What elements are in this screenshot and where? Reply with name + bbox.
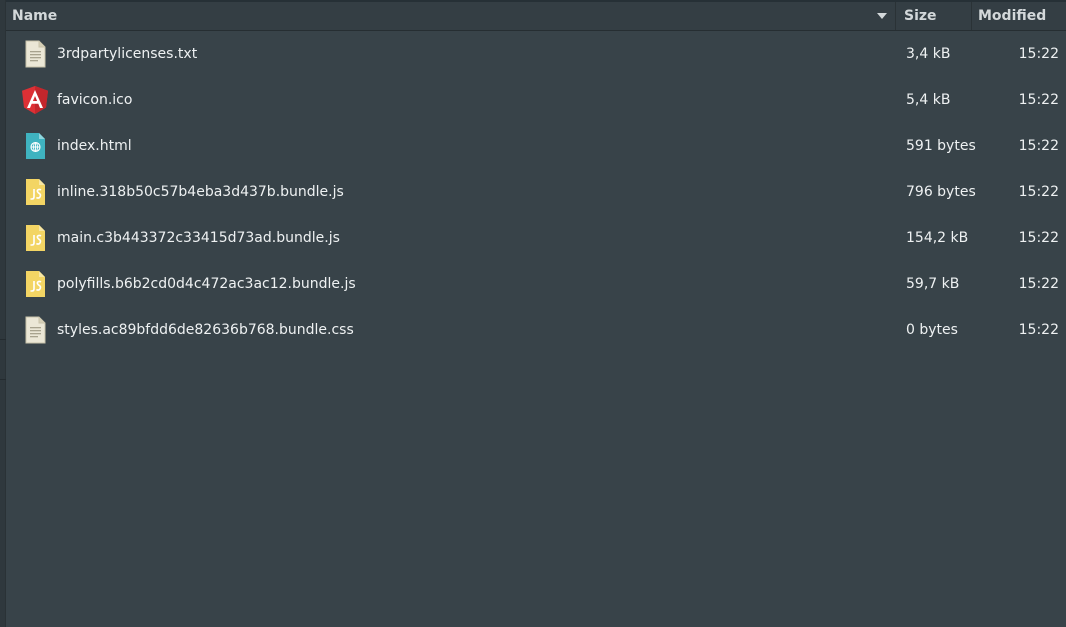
- file-size: 59,7 kB: [906, 276, 960, 292]
- file-row[interactable]: styles.ac89bfdd6de82636b768.bundle.css 0…: [6, 307, 1066, 353]
- modified-column-header[interactable]: Modified: [972, 2, 1066, 30]
- file-modified: 15:22: [1018, 184, 1059, 200]
- name-column-header[interactable]: Name: [6, 2, 896, 30]
- file-size: 796 bytes: [906, 184, 976, 200]
- file-modified: 15:22: [1018, 92, 1059, 108]
- sort-descending-icon: [877, 13, 887, 19]
- file-modified: 15:22: [1018, 46, 1059, 62]
- file-row[interactable]: index.html 591 bytes 15:22: [6, 123, 1066, 169]
- file-row[interactable]: favicon.ico 5,4 kB 15:22: [6, 77, 1066, 123]
- size-column-label: Size: [904, 8, 937, 24]
- file-row[interactable]: inline.318b50c57b4eba3d437b.bundle.js 79…: [6, 169, 1066, 215]
- file-row[interactable]: 3rdpartylicenses.txt 3,4 kB 15:22: [6, 31, 1066, 77]
- angular-icon: [22, 86, 48, 114]
- text-file-icon: [25, 40, 46, 68]
- size-column-header[interactable]: Size: [896, 2, 972, 30]
- file-name: polyfills.b6b2cd0d4c472ac3ac12.bundle.js: [57, 276, 356, 292]
- js-file-icon: [26, 179, 45, 205]
- file-size: 5,4 kB: [906, 92, 951, 108]
- column-header-bar: Name Size Modified: [6, 0, 1066, 31]
- file-row[interactable]: polyfills.b6b2cd0d4c472ac3ac12.bundle.js…: [6, 261, 1066, 307]
- html-file-icon: [26, 133, 45, 159]
- file-size: 591 bytes: [906, 138, 976, 154]
- js-file-icon: [26, 271, 45, 297]
- file-name: main.c3b443372c33415d73ad.bundle.js: [57, 230, 340, 246]
- file-modified: 15:22: [1018, 230, 1059, 246]
- file-list: 3rdpartylicenses.txt 3,4 kB 15:22 favico…: [6, 31, 1066, 353]
- file-name: inline.318b50c57b4eba3d437b.bundle.js: [57, 184, 344, 200]
- file-size: 3,4 kB: [906, 46, 951, 62]
- file-row[interactable]: main.c3b443372c33415d73ad.bundle.js 154,…: [6, 215, 1066, 261]
- text-file-icon: [25, 316, 46, 344]
- file-manager-window: Name Size Modified 3rdpartylicenses.txt …: [0, 0, 1066, 627]
- file-name: styles.ac89bfdd6de82636b768.bundle.css: [57, 322, 354, 338]
- file-modified: 15:22: [1018, 322, 1059, 338]
- file-size: 0 bytes: [906, 322, 958, 338]
- file-name: index.html: [57, 138, 132, 154]
- file-modified: 15:22: [1018, 276, 1059, 292]
- file-name: favicon.ico: [57, 92, 133, 108]
- file-name: 3rdpartylicenses.txt: [57, 46, 198, 62]
- pane-divider-line: [0, 379, 6, 380]
- file-modified: 15:22: [1018, 138, 1059, 154]
- modified-column-label: Modified: [978, 8, 1047, 24]
- name-column-label: Name: [12, 8, 58, 24]
- file-size: 154,2 kB: [906, 230, 969, 246]
- js-file-icon: [26, 225, 45, 251]
